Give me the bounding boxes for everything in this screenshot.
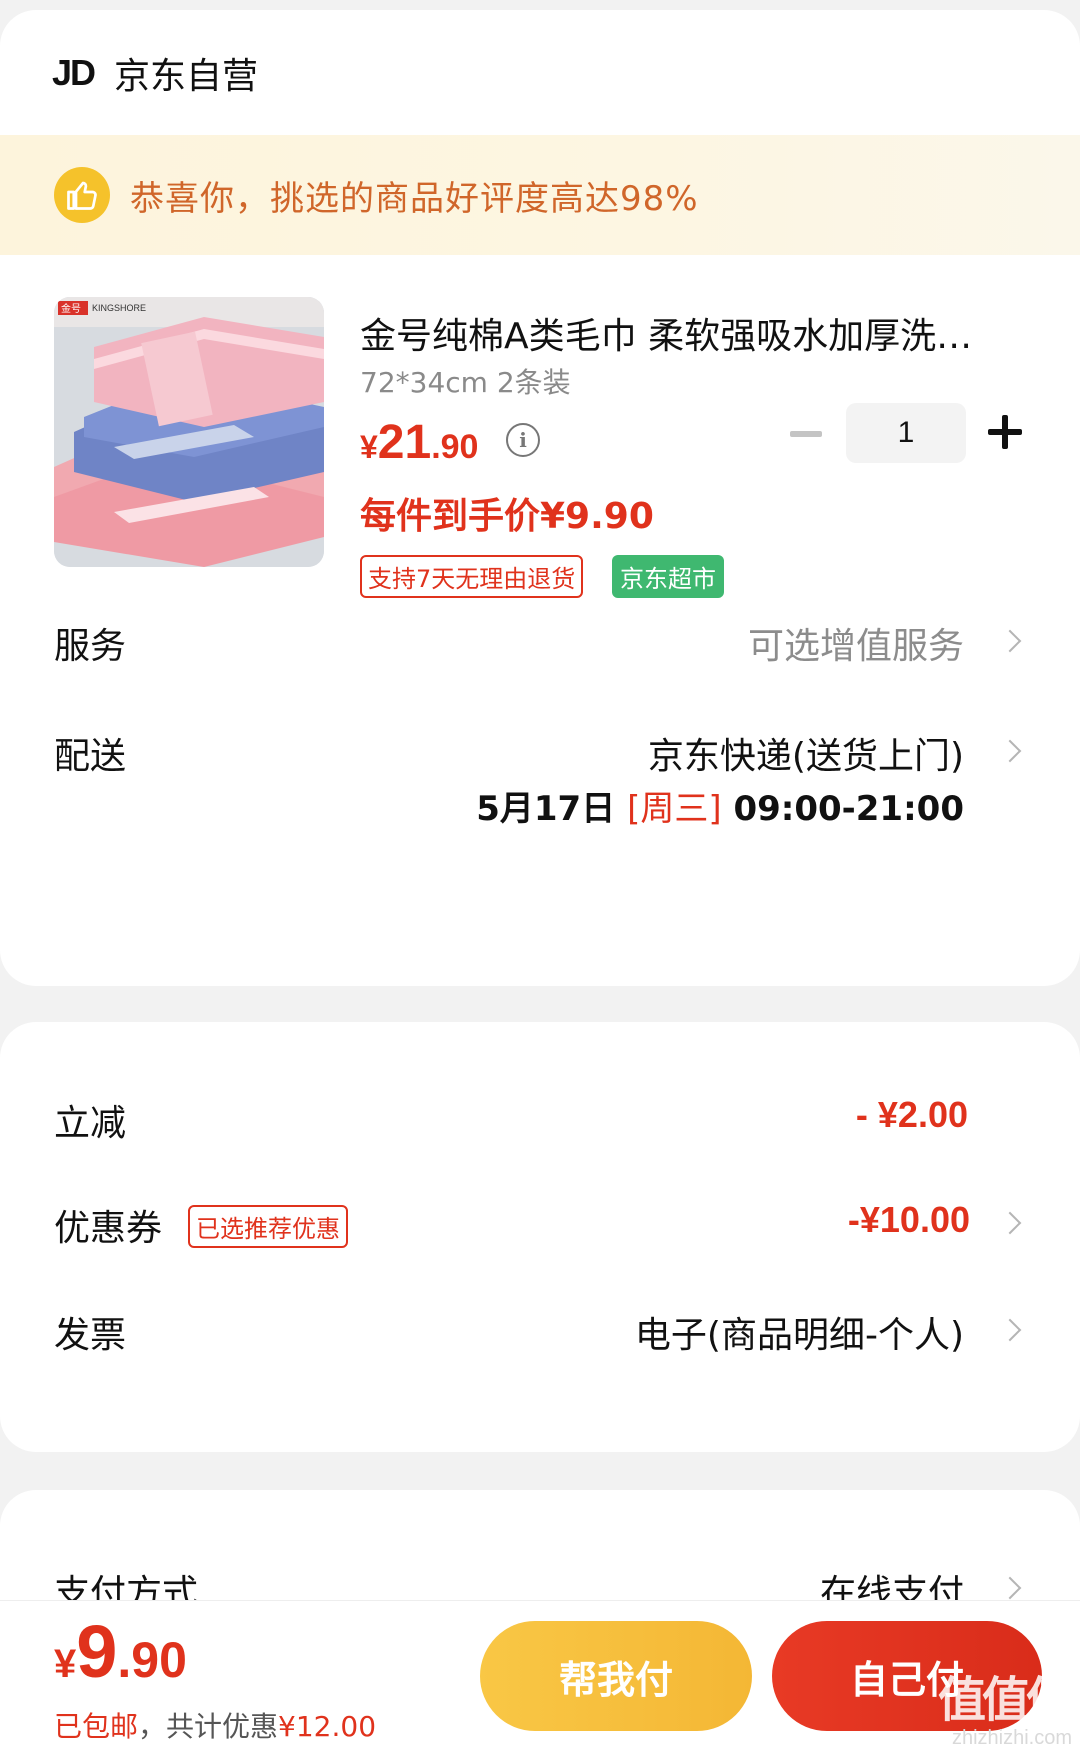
discount-row: 立减 - ¥2.00 [0,1082,1080,1152]
quantity-decrease-button[interactable] [790,431,822,437]
delivery-time: 5月17日 [周三] 09:00-21:00 [476,781,964,830]
price-currency: ¥ [360,429,378,465]
product-image[interactable]: 金号 KINGSHORE [54,297,324,567]
help-me-pay-button[interactable]: 帮我付 [480,1621,752,1731]
order-item-card: JD 京东自营 恭喜你，挑选的商品好评度高达98% 金号 KINGSHORE 金… [0,10,1080,986]
savings-label: ，共计优惠 [138,1710,279,1743]
coupon-row[interactable]: 优惠券 已选推荐优惠 -¥10.00 [0,1187,1080,1257]
discount-label: 立减 [54,1103,127,1144]
product-image-brand-cn: 金号 [61,302,81,315]
price-decimal: .90 [431,428,479,466]
service-row[interactable]: 服务 可选增值服务 [0,605,1080,675]
quantity-input[interactable]: 1 [846,403,966,463]
invoice-row[interactable]: 发票 电子(商品明细-个人) [0,1294,1080,1364]
chevron-right-icon [998,1211,1022,1235]
total-currency: ¥ [54,1642,77,1686]
delivery-window: 09:00-21:00 [733,789,964,829]
invoice-label: 发票 [54,1315,127,1356]
product-spec: 72*34cm 2条装 [360,366,571,399]
unit-price: 每件到手价¥9.90 [360,496,654,537]
rating-banner-text: 恭喜你，挑选的商品好评度高达98% [130,178,699,219]
rating-banner: 恭喜你，挑选的商品好评度高达98% [0,135,1080,255]
delivery-weekday: [周三] [627,789,722,829]
thumbs-up-icon [54,167,110,223]
product-price: ¥21.90 [360,415,478,470]
jd-supermarket-tag: 京东超市 [612,555,724,598]
price-integer: 21 [377,416,432,469]
coupon-value: -¥10.00 [847,1199,970,1240]
store-name: 京东自营 [114,55,259,97]
watermark-logo: 值值值 [937,1672,1074,1728]
watermark-url: zhizhizhi.com [951,1727,1072,1749]
price-info-icon[interactable]: i [506,423,540,457]
checkout-bar: ¥9.90 已包邮，共计优惠¥12.00 帮我付 自己付 值值值 zhizhiz… [0,1600,1080,1752]
delivery-label: 配送 [54,736,127,777]
service-value: 可选增值服务 [747,626,964,667]
quantity-increase-button[interactable] [988,415,1022,449]
product-title[interactable]: 金号纯棉A类毛巾 柔软强吸水加厚洗… [360,307,1010,359]
total-decimal: .90 [117,1632,187,1688]
store-header[interactable]: JD 京东自营 [0,10,1080,135]
savings-summary: 已包邮，共计优惠¥12.00 [54,1705,376,1745]
total-integer: 9 [76,1610,118,1693]
discount-value: - ¥2.00 [855,1094,968,1135]
chevron-right-icon [998,1576,1022,1600]
chevron-right-icon [998,629,1022,653]
return-policy-tag: 支持7天无理由退货 [360,555,584,598]
service-label: 服务 [54,626,127,667]
free-shipping-text: 已包邮 [54,1710,139,1743]
delivery-row[interactable]: 配送 京东快递(送货上门) 5月17日 [周三] 09:00-21:00 [0,715,1080,845]
jd-logo: JD [52,51,96,93]
product-item: 金号 KINGSHORE 金号纯棉A类毛巾 柔软强吸水加厚洗… 72*34cm … [0,255,1080,615]
product-image-brand-en: KINGSHORE [92,303,146,313]
coupon-label: 优惠券 [54,1208,163,1249]
discount-card: 立减 - ¥2.00 优惠券 已选推荐优惠 -¥10.00 发票 电子(商品明细… [0,1022,1080,1452]
delivery-value: 京东快递(送货上门) [647,736,964,777]
chevron-right-icon [998,739,1022,763]
coupon-recommended-tag: 已选推荐优惠 [188,1205,348,1248]
invoice-value: 电子(商品明细-个人) [634,1315,964,1356]
delivery-date: 5月17日 [476,789,616,829]
savings-amount: ¥12.00 [278,1710,377,1743]
total-price: ¥9.90 [54,1609,187,1694]
chevron-right-icon [998,1318,1022,1342]
